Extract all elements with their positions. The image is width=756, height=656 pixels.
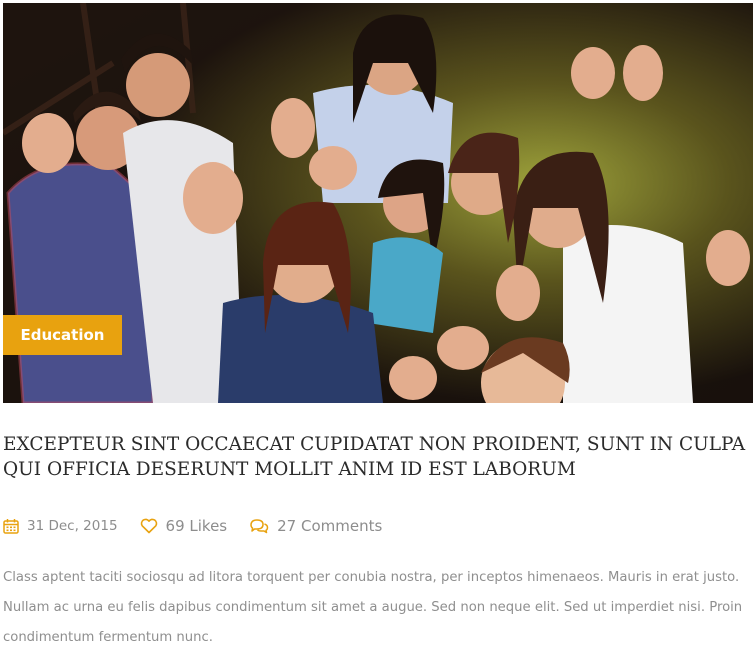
post-excerpt: Class aptent taciti sociosqu ad litora t… bbox=[3, 570, 743, 645]
heart-icon bbox=[140, 518, 157, 534]
post-title[interactable]: EXCEPTEUR SINT OCCAECAT CUPIDATAT NON PR… bbox=[3, 432, 748, 482]
post-comments[interactable]: 27 Comments bbox=[249, 517, 382, 535]
post-comments-text: 27 Comments bbox=[277, 517, 383, 535]
blog-post-card: Education EXCEPTEUR SINT OCCAECAT CUPIDA… bbox=[0, 0, 756, 656]
post-likes-text: 69 Likes bbox=[165, 517, 228, 535]
post-likes[interactable]: 69 Likes bbox=[140, 517, 228, 535]
post-date[interactable]: 31 Dec, 2015 bbox=[3, 518, 118, 534]
post-meta: 31 Dec, 2015 69 Likes 27 Comments bbox=[3, 514, 404, 538]
post-date-text: 31 Dec, 2015 bbox=[27, 518, 118, 534]
category-badge[interactable]: Education bbox=[3, 315, 122, 355]
calendar-icon bbox=[3, 519, 19, 534]
comments-icon bbox=[250, 519, 269, 534]
